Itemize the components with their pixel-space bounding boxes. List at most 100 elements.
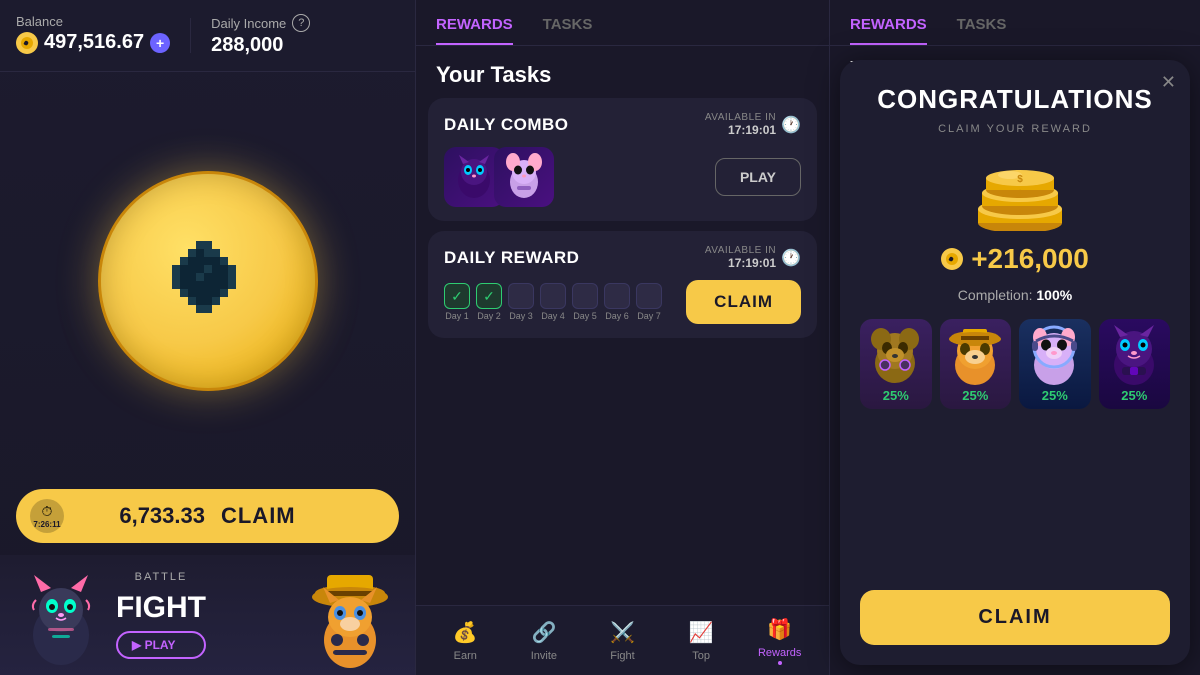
nav-rewards-label: Rewards: [758, 647, 801, 659]
day-2-check: ✓: [476, 283, 502, 309]
nav-earn-label: Earn: [454, 650, 477, 662]
coins-stack: $ $ $: [965, 151, 1065, 231]
tasks-list: DAILY COMBO AVAILABLE IN 17:19:01 🕐: [416, 98, 829, 605]
daily-combo-header: DAILY COMBO AVAILABLE IN 17:19:01 🕐: [444, 112, 801, 137]
right-tabs-row: REWARDS TASKS: [830, 0, 1200, 46]
balance-section: Balance 497,516.67 +: [16, 14, 170, 57]
day-2-label: Day 2: [477, 311, 501, 321]
invite-icon: 🔗: [531, 620, 557, 646]
income-section: Daily Income ? 288,000: [211, 14, 310, 57]
balance-amount: 497,516.67: [44, 31, 144, 54]
fox-character: [295, 565, 405, 675]
coin-area[interactable]: [0, 72, 415, 489]
claim-label: CLAIM: [221, 503, 296, 529]
tabs-row: REWARDS TASKS: [416, 0, 829, 46]
nav-fight[interactable]: ⚔️ Fight: [592, 620, 652, 662]
section-title: Your Tasks: [416, 46, 829, 98]
svg-text:$: $: [1017, 206, 1023, 217]
char-dog-pct: 25%: [962, 388, 988, 403]
coin-icon: [16, 32, 38, 54]
daily-combo-card: DAILY COMBO AVAILABLE IN 17:19:01 🕐: [428, 98, 817, 221]
timer-circle: ⏱ 7:26:11: [30, 499, 64, 533]
day-5: Day 5: [572, 283, 598, 321]
char-mouse: [494, 147, 554, 207]
fight-icon: ⚔️: [609, 620, 635, 646]
income-value: 288,000: [211, 34, 310, 57]
header-bar: Balance 497,516.67 + Daily Income ? 288,…: [0, 0, 415, 72]
day-1: ✓ Day 1: [444, 283, 470, 321]
day-2: ✓ Day 2: [476, 283, 502, 321]
completion-text: Completion: 100%: [958, 287, 1072, 303]
claim-reward-button[interactable]: CLAIM: [686, 280, 801, 324]
day-1-label: Day 1: [445, 311, 469, 321]
daily-reward-header: DAILY REWARD AVAILABLE IN 17:19:01 🕐: [444, 245, 801, 270]
income-label-row: Daily Income ?: [211, 14, 310, 32]
daily-combo-body: PLAY: [444, 147, 801, 207]
available-label: AVAILABLE IN: [705, 112, 776, 123]
battle-label: BATTLE: [116, 571, 206, 583]
day-3: Day 3: [508, 283, 534, 321]
congrats-title: CONGRATULATIONS: [877, 84, 1152, 115]
day-7-label: Day 7: [637, 311, 661, 321]
play-button[interactable]: ▶ PLAY: [116, 631, 206, 659]
close-button[interactable]: ✕: [1161, 72, 1176, 93]
nav-top[interactable]: 📈 Top: [671, 620, 731, 662]
earn-icon: 💰: [452, 620, 478, 646]
right-tab-tasks[interactable]: TASKS: [957, 16, 1007, 45]
battle-info: BATTLE FIGHT ▶ PLAY: [116, 571, 206, 659]
day-5-check: [572, 283, 598, 309]
svg-text:$: $: [1017, 189, 1023, 200]
play-combo-button[interactable]: PLAY: [715, 158, 801, 196]
day-6-check: [604, 283, 630, 309]
coin-spiral-icon: [148, 221, 268, 341]
reward-clock-icon: 🕐: [781, 248, 801, 268]
timer-value: 7:26:11: [33, 520, 60, 529]
tab-tasks[interactable]: TASKS: [543, 16, 593, 45]
claim-amount: 6,733.33: [119, 503, 205, 529]
income-help-button[interactable]: ?: [292, 14, 310, 32]
clock-icon: 🕐: [781, 115, 801, 135]
congrats-subtitle: CLAIM YOUR REWARD: [938, 123, 1092, 135]
day-7: Day 7: [636, 283, 662, 321]
day-6: Day 6: [604, 283, 630, 321]
char-bear: 25%: [860, 319, 932, 409]
char-panther2: 25%: [1099, 319, 1171, 409]
big-coin[interactable]: [98, 171, 318, 391]
day-checks: ✓ Day 1 ✓ Day 2 Day 3 Day 4: [444, 283, 662, 321]
tab-rewards[interactable]: REWARDS: [436, 16, 513, 45]
day-7-check: [636, 283, 662, 309]
day-4-label: Day 4: [541, 311, 565, 321]
congrats-overlay: ✕ CONGRATULATIONS CLAIM YOUR REWARD: [840, 60, 1190, 665]
char-bear-pct: 25%: [883, 388, 909, 403]
day-5-label: Day 5: [573, 311, 597, 321]
daily-combo-available: AVAILABLE IN 17:19:01 🕐: [705, 112, 801, 137]
nav-top-label: Top: [692, 650, 710, 662]
day-3-check: [508, 283, 534, 309]
combo-characters: [444, 147, 554, 207]
nav-rewards[interactable]: 🎁 Rewards: [750, 617, 810, 665]
header-divider: [190, 18, 191, 53]
nav-invite[interactable]: 🔗 Invite: [514, 620, 574, 662]
char-pig-pct: 25%: [1042, 388, 1068, 403]
char-pig: 25%: [1019, 319, 1091, 409]
add-balance-button[interactable]: +: [150, 33, 170, 53]
claim-bar[interactable]: ⏱ 7:26:11 6,733.33 CLAIM: [16, 489, 399, 543]
big-claim-button[interactable]: CLAIM: [860, 590, 1170, 645]
nav-invite-label: Invite: [531, 650, 557, 662]
char-grid: 25% 25%: [860, 319, 1170, 409]
daily-reward-body: ✓ Day 1 ✓ Day 2 Day 3 Day 4: [444, 280, 801, 324]
svg-text:$: $: [1017, 174, 1023, 185]
daily-reward-name: DAILY REWARD: [444, 248, 579, 268]
nav-active-indicator: [778, 661, 782, 665]
battle-section: BATTLE FIGHT ▶ PLAY: [0, 555, 415, 675]
balance-label: Balance: [16, 14, 170, 29]
nav-fight-label: Fight: [610, 650, 634, 662]
right-tab-rewards[interactable]: REWARDS: [850, 16, 927, 45]
balance-value-row: 497,516.67 +: [16, 31, 170, 54]
daily-combo-name: DAILY COMBO: [444, 115, 569, 135]
left-panel: Balance 497,516.67 + Daily Income ? 288,…: [0, 0, 415, 675]
middle-panel: REWARDS TASKS Your Tasks DAILY COMBO AVA…: [415, 0, 830, 675]
char-panther2-pct: 25%: [1121, 388, 1147, 403]
day-4-check: [540, 283, 566, 309]
nav-earn[interactable]: 💰 Earn: [435, 620, 495, 662]
